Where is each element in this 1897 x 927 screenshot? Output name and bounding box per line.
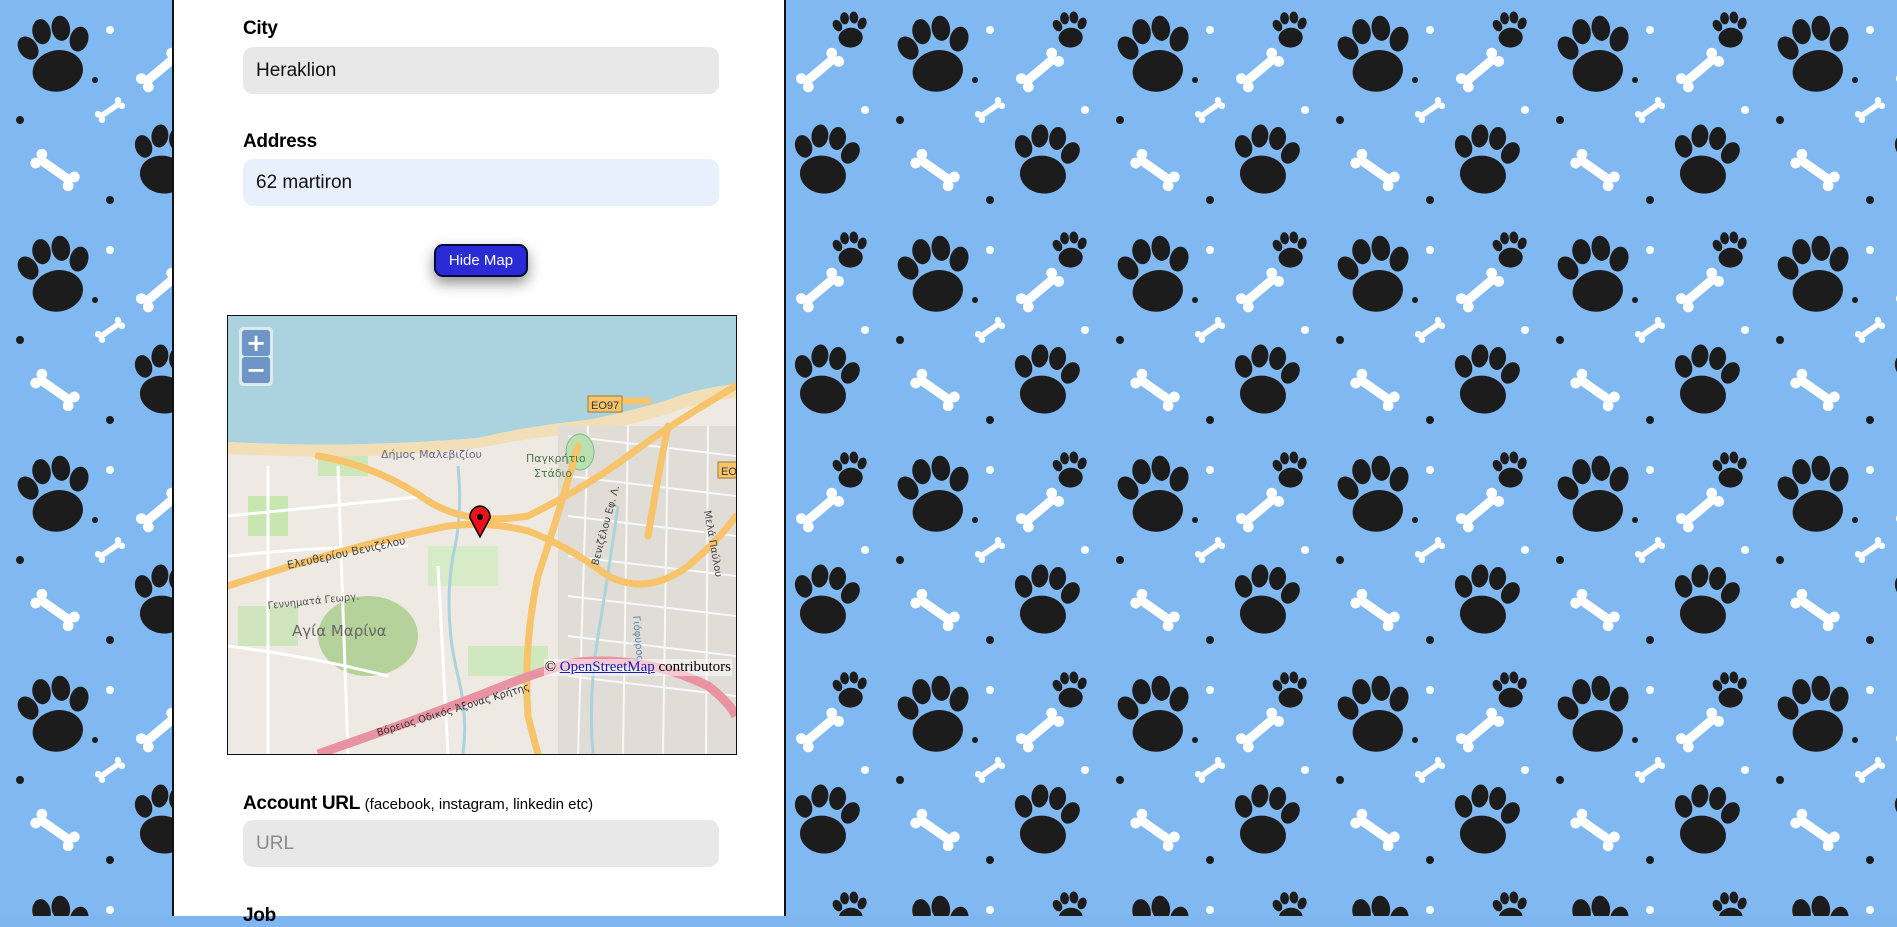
city-label: City [243, 18, 278, 39]
address-input[interactable] [243, 159, 719, 206]
account-url-label: Account URL (facebook, instagram, linked… [243, 793, 593, 815]
job-label: Job [243, 905, 276, 926]
eo90-shield: ΕΟ90 [721, 466, 736, 478]
account-url-label-text: Account URL [243, 793, 360, 814]
account-url-hint: (facebook, instagram, linkedin etc) [364, 796, 594, 813]
map-attribution: © OpenStreetMap contributors [543, 659, 732, 676]
municipality-map-label: Δήμος Μαλεβιζίου [381, 448, 482, 461]
location-map[interactable]: ΕΟ97 ΕΟ90 Δήμος Μαλεβιζίου Παγκρήτιο Στά… [227, 315, 737, 755]
account-url-input[interactable] [243, 820, 719, 867]
copyright-symbol: © [544, 659, 557, 675]
openstreetmap-link[interactable]: OpenStreetMap [560, 659, 655, 675]
hide-map-button[interactable]: Hide Map [434, 244, 528, 277]
eo97-shield: ΕΟ97 [591, 400, 619, 412]
address-label: Address [243, 131, 317, 152]
zoom-out-button[interactable]: − [242, 357, 270, 383]
stadium-map-label-2: Στάδιο [534, 467, 572, 480]
zoom-in-button[interactable]: + [242, 330, 270, 356]
location-pin-icon[interactable] [467, 504, 493, 538]
form-panel: City Address Hide Map [172, 0, 786, 926]
zoom-control: + − [239, 327, 273, 386]
city-input[interactable] [243, 47, 719, 94]
stadium-map-label-1: Παγκρήτιο [526, 452, 586, 465]
district-map-label: Αγία Μαρίνα [292, 622, 387, 640]
attribution-contributors: contributors [658, 659, 732, 675]
